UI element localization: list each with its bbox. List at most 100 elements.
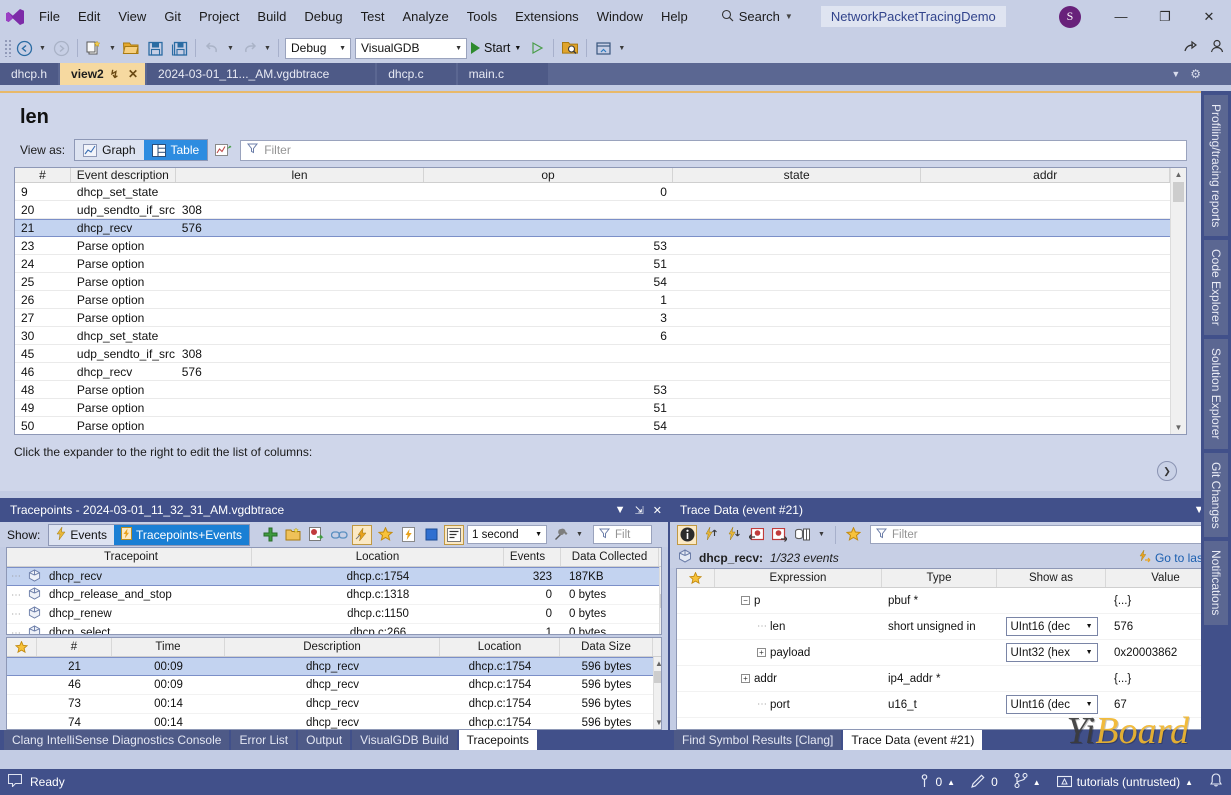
- chevron-up-icon[interactable]: ▲: [947, 778, 955, 787]
- menu-tools[interactable]: Tools: [458, 6, 506, 27]
- collapse-icon[interactable]: −: [741, 596, 750, 605]
- menu-build[interactable]: Build: [248, 6, 295, 27]
- tracepoint-row[interactable]: ⋯ dhcp_recv dhcp.c:1754 323 187KB: [7, 567, 659, 586]
- chevron-up-icon[interactable]: ▲: [1185, 778, 1193, 787]
- minimize-button[interactable]: —: [1099, 0, 1143, 33]
- table-row[interactable]: 26 Parse option 1: [15, 291, 1170, 309]
- avatar[interactable]: S: [1059, 5, 1081, 28]
- expand-icon[interactable]: +: [757, 648, 766, 657]
- scroll-up-icon[interactable]: ▲: [660, 567, 661, 580]
- scrollbar-thumb[interactable]: [1173, 182, 1184, 202]
- tab-trace-data[interactable]: Trace Data (event #21): [843, 730, 983, 750]
- favorite-star-icon[interactable]: [375, 525, 395, 545]
- table-row[interactable]: 9 dhcp_set_state 0: [15, 183, 1170, 201]
- export-tracepoint-icon[interactable]: [306, 525, 326, 545]
- menu-window[interactable]: Window: [588, 6, 652, 27]
- info-icon[interactable]: [677, 524, 697, 545]
- add-group-icon[interactable]: [283, 525, 303, 545]
- gear-icon[interactable]: ⚙: [1190, 67, 1201, 81]
- list-settings-icon[interactable]: [444, 524, 464, 545]
- right-tab-profiling-reports[interactable]: Profiling/tracing reports: [1204, 95, 1228, 237]
- scroll-down-icon[interactable]: ▼: [655, 716, 661, 729]
- toolbar-overflow-icon[interactable]: ▼: [615, 36, 628, 60]
- view-mode-graph[interactable]: Graph: [75, 140, 143, 160]
- col-header-events[interactable]: Events: [504, 548, 561, 566]
- trace-data-row[interactable]: − p pbuf * {...}: [677, 588, 1231, 614]
- status-errors[interactable]: 0 ▲: [919, 773, 955, 791]
- navigate-backward-dropdown-icon[interactable]: ▼: [36, 36, 49, 60]
- configure-dropdown-icon[interactable]: ▼: [573, 523, 586, 547]
- goto-next-tracepoint-icon[interactable]: [769, 525, 789, 545]
- status-repository[interactable]: tutorials (untrusted) ▲: [1056, 774, 1193, 791]
- tab-find-symbol-results[interactable]: Find Symbol Results [Clang]: [674, 730, 842, 750]
- scrollbar-thumb[interactable]: [654, 671, 661, 683]
- menu-project[interactable]: Project: [190, 6, 248, 27]
- event-row[interactable]: 73 00:14 dhcp_recv dhcp.c:1754 596 bytes: [7, 695, 653, 714]
- start-without-debug-icon[interactable]: [525, 36, 549, 60]
- doc-tab-view2[interactable]: view2 ↯ ✕: [60, 63, 146, 85]
- search-input[interactable]: Search ▼: [715, 7, 799, 27]
- table-row[interactable]: 21 dhcp_recv 576: [15, 219, 1170, 237]
- project-name-chip[interactable]: NetworkPacketTracingDemo: [820, 6, 1006, 27]
- table-row[interactable]: 27 Parse option 3: [15, 309, 1170, 327]
- save-all-icon[interactable]: [167, 36, 191, 60]
- pin-icon[interactable]: ↯: [110, 68, 119, 81]
- right-tab-notifications[interactable]: Notifications: [1204, 541, 1228, 625]
- solution-platform-combo[interactable]: VisualGDB ▼: [355, 37, 467, 59]
- columns-expander-button[interactable]: ❯: [1157, 461, 1177, 481]
- doc-tab-dhcp-c[interactable]: dhcp.c: [377, 63, 456, 85]
- link-icon[interactable]: [329, 525, 349, 545]
- doc-tab-main-c[interactable]: main.c: [457, 63, 548, 85]
- pane-menu-icon[interactable]: ▼: [615, 504, 626, 516]
- menu-edit[interactable]: Edit: [69, 6, 109, 27]
- col-header-expression[interactable]: Expression: [715, 569, 882, 587]
- tab-clang-intellisense[interactable]: Clang IntelliSense Diagnostics Console: [4, 730, 230, 750]
- favorite-star-icon[interactable]: [677, 569, 715, 587]
- table-row[interactable]: 24 Parse option 51: [15, 255, 1170, 273]
- show-as-combo[interactable]: UInt16 (dec ▼: [1005, 617, 1098, 636]
- menu-git[interactable]: Git: [155, 6, 190, 27]
- col-header-state[interactable]: state: [673, 168, 922, 182]
- restore-button[interactable]: ❐: [1143, 0, 1187, 33]
- event-row[interactable]: 21 00:09 dhcp_recv dhcp.c:1754 596 bytes: [7, 657, 653, 676]
- chevron-up-icon[interactable]: ▲: [1033, 778, 1041, 787]
- search-folder-icon[interactable]: [558, 36, 582, 60]
- col-header-type[interactable]: Type: [882, 569, 997, 587]
- event-row[interactable]: 74 00:14 dhcp_recv dhcp.c:1754 596 bytes: [7, 714, 653, 729]
- tab-output[interactable]: Output: [298, 730, 351, 750]
- table-row[interactable]: 49 Parse option 51: [15, 399, 1170, 417]
- col-header-num[interactable]: #: [15, 168, 71, 182]
- toolbar-grip[interactable]: [4, 39, 12, 57]
- new-project-icon[interactable]: [82, 36, 106, 60]
- save-icon[interactable]: [143, 36, 167, 60]
- trace-data-row[interactable]: ⋯ len short unsigned in UInt16 (dec ▼ 576: [677, 614, 1231, 640]
- tracepoint-row[interactable]: ⋯ dhcp_release_and_stop dhcp.c:1318 0 0 byte…: [7, 586, 659, 605]
- report-filter-input[interactable]: Filter: [240, 139, 1187, 161]
- report-vertical-scrollbar[interactable]: ▲ ▼: [1170, 168, 1186, 434]
- trace-data-row[interactable]: ⋯ port u16_t UInt16 (dec ▼ 67: [677, 692, 1231, 718]
- single-tracepoint-icon[interactable]: [398, 525, 418, 545]
- col-header-event-location[interactable]: Location: [440, 638, 560, 656]
- export-chart-icon[interactable]: [212, 139, 234, 161]
- table-row[interactable]: 50 Parse option 54: [15, 417, 1170, 434]
- tracepoint-row[interactable]: ⋯ dhcp_select dhcp.c:266 1 0 bytes: [7, 624, 659, 634]
- data-view-dropdown-icon[interactable]: ▼: [815, 523, 828, 547]
- menu-debug[interactable]: Debug: [295, 6, 351, 27]
- pin-icon[interactable]: ⇲: [635, 504, 644, 517]
- close-icon[interactable]: ✕: [125, 67, 141, 81]
- col-header-time[interactable]: Time: [112, 638, 225, 656]
- right-tab-git-changes[interactable]: Git Changes: [1204, 452, 1228, 538]
- show-tracepoints-events-button[interactable]: Tracepoints+Events: [114, 524, 249, 545]
- data-view-icon[interactable]: [792, 525, 812, 545]
- expand-icon[interactable]: +: [741, 674, 750, 683]
- chevron-down-icon[interactable]: ▼: [785, 12, 793, 21]
- col-header-len[interactable]: len: [176, 168, 425, 182]
- menu-file[interactable]: File: [30, 6, 69, 27]
- event-row[interactable]: 46 00:09 dhcp_recv dhcp.c:1754 596 bytes: [7, 676, 653, 695]
- menu-view[interactable]: View: [109, 6, 155, 27]
- show-as-combo[interactable]: UInt16 (dec ▼: [1005, 695, 1098, 714]
- table-row[interactable]: 46 dhcp_recv 576: [15, 363, 1170, 381]
- tracepoint-row[interactable]: ⋯ dhcp_renew dhcp.c:1150 0 0 bytes: [7, 605, 659, 624]
- trace-data-row[interactable]: + payload UInt32 (hex ▼ 0x20003862: [677, 640, 1231, 666]
- close-icon[interactable]: ✕: [653, 504, 662, 517]
